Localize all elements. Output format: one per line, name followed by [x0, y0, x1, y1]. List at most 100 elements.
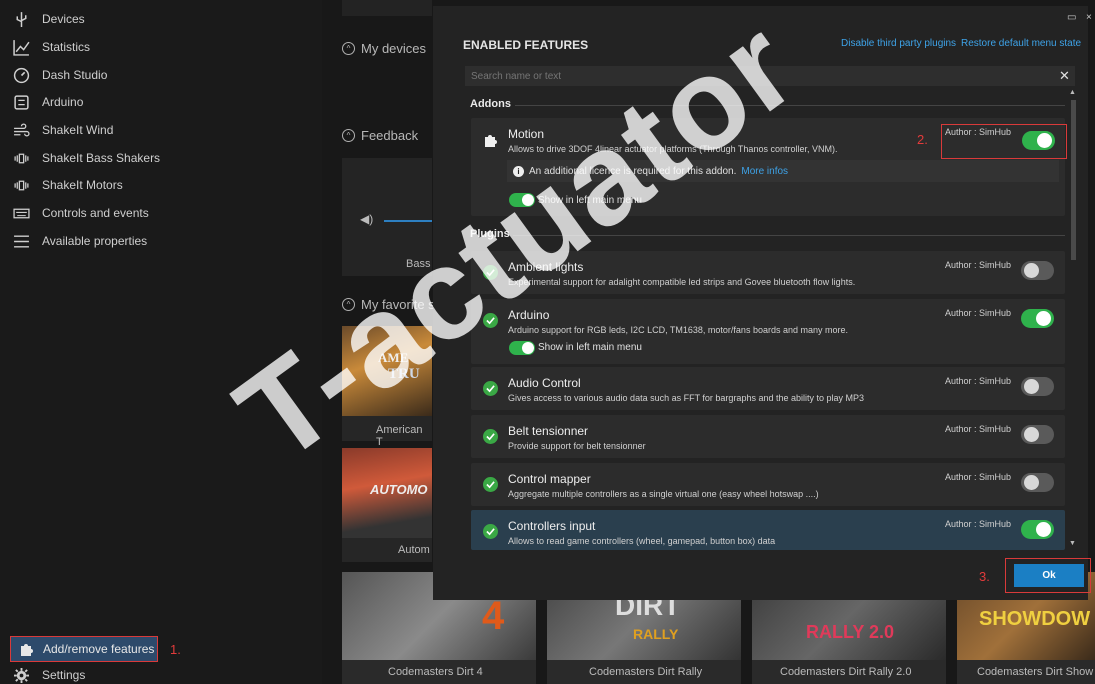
plugin-name: Audio Control [508, 376, 581, 390]
settings-label: Settings [42, 668, 86, 682]
plugin-enable-toggle[interactable] [1021, 473, 1054, 492]
toggle-knob [1024, 263, 1039, 278]
info-icon: i [513, 165, 524, 177]
dialog-title: ENABLED FEATURES [463, 38, 589, 52]
sidebar-item-devices[interactable]: Devices [0, 6, 322, 32]
plugin-name: Ambient lights [508, 260, 584, 274]
keyboard-icon [0, 205, 42, 222]
bass-tile[interactable]: ◀) Bass [342, 158, 432, 276]
favorites-header[interactable]: ^ My favorite s [342, 297, 435, 312]
gear-icon [0, 667, 42, 683]
plugin-description: Arduino support for RGB leds, I2C LCD, T… [508, 325, 848, 335]
maximize-icon[interactable]: ▭ [1067, 12, 1076, 23]
sidebar-item-label: Arduino [42, 95, 84, 109]
speaker-icon: ◀) [360, 212, 374, 226]
plugin-name: Controllers input [508, 519, 596, 533]
game-logo-text: RALLY [633, 626, 679, 642]
ok-button[interactable]: Ok [1014, 564, 1084, 587]
game-thumbnail: AUTOMO [342, 448, 432, 538]
game-tile-american-truck[interactable]: AME TRU American T [342, 326, 432, 448]
usb-icon [0, 11, 42, 28]
chart-icon [0, 39, 42, 56]
sidebar-item-label: Dash Studio [42, 68, 108, 82]
device-tile [342, 0, 432, 16]
check-icon [483, 381, 498, 396]
disable-third-party-link[interactable]: Disable third party plugins [841, 38, 956, 49]
check-icon [483, 429, 498, 444]
sidebar-item-shakeit-wind[interactable]: ShakeIt Wind [0, 117, 322, 143]
divider [513, 235, 1065, 236]
plugin-card-ambient-lights: Ambient lights Experimental support for … [471, 251, 1065, 294]
sidebar-item-statistics[interactable]: Statistics [0, 34, 322, 60]
sidebar-item-dash-studio[interactable]: Dash Studio [0, 62, 322, 88]
plugin-description: Gives access to various audio data such … [508, 393, 865, 403]
sidebar-item-settings[interactable]: Settings [0, 664, 85, 684]
scroll-down-icon[interactable]: ▼ [1069, 540, 1076, 547]
check-icon [483, 265, 498, 280]
scroll-up-icon[interactable]: ▲ [1069, 89, 1076, 96]
enabled-features-dialog: ▭ × ENABLED FEATURES Disable third party… [433, 6, 1092, 600]
sidebar-item-available-properties[interactable]: Available properties [0, 228, 322, 254]
sidebar-item-shakeit-motors[interactable]: ShakeIt Motors [0, 172, 322, 198]
toggle-knob [522, 194, 534, 206]
plugins-header: Plugins [470, 228, 510, 240]
licence-notice: i An additional licence is required for … [507, 160, 1059, 182]
game-label: Codemasters Dirt Rally 2.0 [780, 666, 912, 678]
sidebar: Devices Statistics Dash Studio Arduino S… [0, 0, 322, 684]
plugin-enable-toggle[interactable] [1021, 309, 1054, 328]
toggle-knob [1024, 427, 1039, 442]
plugin-enable-toggle[interactable] [1021, 425, 1054, 444]
motion-show-menu-toggle[interactable] [509, 193, 535, 207]
close-window-icon[interactable]: × [1086, 12, 1092, 23]
my-devices-header[interactable]: ^ My devices [342, 41, 426, 56]
feedback-header[interactable]: ^ Feedback [342, 128, 418, 143]
arduino-show-menu-toggle[interactable] [509, 341, 535, 355]
sidebar-item-shakeit-bass[interactable]: ShakeIt Bass Shakers [0, 145, 322, 171]
plugin-author: Author : SimHub [945, 424, 1012, 434]
clear-search-icon[interactable]: ✕ [1059, 68, 1070, 84]
plugin-name: Arduino [508, 308, 550, 322]
check-icon [483, 524, 498, 539]
plugin-enable-toggle[interactable] [1021, 377, 1054, 396]
plugin-author: Author : SimHub [945, 519, 1012, 529]
more-infos-link[interactable]: More infos [741, 166, 788, 177]
game-tile-automobilista[interactable]: AUTOMO Autom [342, 448, 432, 562]
highlight-box [941, 124, 1067, 159]
toggle-knob [1024, 379, 1039, 394]
sidebar-item-arduino[interactable]: Arduino [0, 89, 322, 115]
search-input[interactable] [465, 66, 1075, 86]
plugin-description: Allows to read game controllers (wheel, … [508, 536, 776, 546]
sidebar-item-controls-events[interactable]: Controls and events [0, 200, 322, 226]
plugin-enable-toggle[interactable] [1021, 520, 1054, 539]
step-marker-1: 1. [170, 642, 181, 657]
sidebar-item-label: ShakeIt Bass Shakers [42, 151, 161, 165]
toggle-knob [1024, 475, 1039, 490]
plugin-card-arduino: Arduino Arduino support for RGB leds, I2… [471, 299, 1065, 364]
sidebar-item-label: Devices [42, 12, 85, 26]
plugin-name: Belt tensionner [508, 424, 589, 438]
toggle-knob [522, 342, 534, 354]
chevron-up-icon: ^ [342, 42, 355, 55]
board-icon [0, 94, 42, 111]
plugin-card-belt-tensionner: Belt tensionner Provide support for belt… [471, 415, 1065, 458]
add-remove-features-button[interactable]: Add/remove features [10, 636, 158, 662]
toggle-knob [1036, 311, 1051, 326]
vibration-icon [0, 177, 42, 194]
game-logo-text: TRU [388, 366, 420, 382]
game-logo-text: AUTOMO [370, 482, 428, 497]
show-menu-label: Show in left main menu [538, 342, 642, 353]
wind-icon [0, 122, 42, 139]
plugin-description: Experimental support for adalight compat… [508, 277, 856, 287]
plugin-author: Author : SimHub [945, 376, 1012, 386]
game-logo-text: SHOWDOW [979, 608, 1091, 630]
plugin-enable-toggle[interactable] [1021, 261, 1054, 280]
favorites-label: My favorite s [361, 297, 435, 312]
feedback-label: Feedback [361, 128, 419, 143]
scrollbar-thumb[interactable] [1071, 100, 1076, 260]
game-label: American T [376, 424, 423, 448]
step-marker-2: 2. [917, 132, 928, 147]
volume-slider[interactable] [384, 220, 432, 222]
show-menu-label: Show in left main menu [538, 195, 642, 206]
step-marker-3: 3. [979, 569, 990, 584]
restore-menu-link[interactable]: Restore default menu state [961, 38, 1081, 49]
